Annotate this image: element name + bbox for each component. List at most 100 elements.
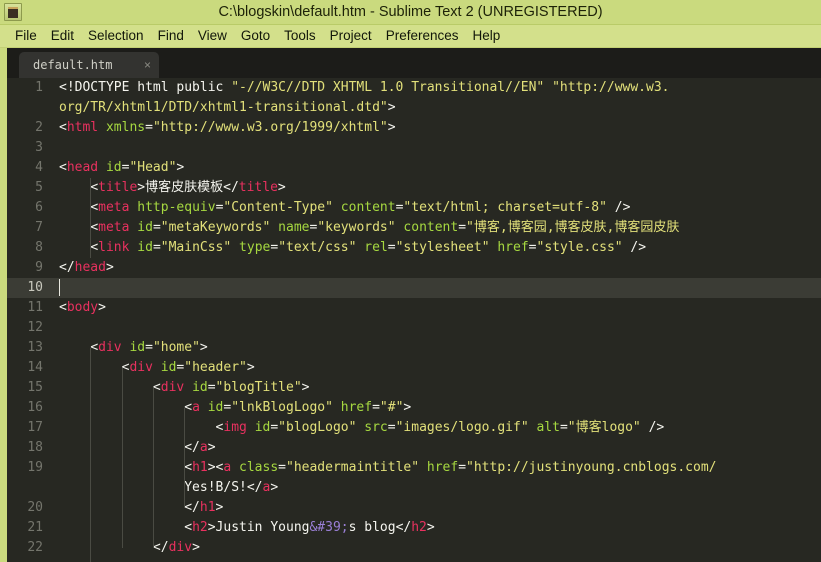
token-tag: html <box>66 120 99 135</box>
token-txt: = <box>145 120 153 135</box>
code-line[interactable]: 7 <meta id="metaKeywords" name="keywords… <box>7 218 821 238</box>
token-tag: title <box>238 180 278 195</box>
menu-item-goto[interactable]: Goto <box>234 27 277 45</box>
code-line[interactable]: 18 </a> <box>7 438 821 458</box>
line-number: 17 <box>27 420 43 435</box>
token-punct: </ <box>59 260 75 275</box>
token-punct: /> <box>640 420 665 435</box>
line-number: 7 <box>35 220 43 235</box>
token-tag: div <box>168 540 193 555</box>
menu-item-help[interactable]: Help <box>466 27 508 45</box>
token-str: "text/html; charset=utf-8" <box>403 200 607 215</box>
token-txt: = <box>387 420 396 435</box>
code-line[interactable]: 12 <box>7 318 821 338</box>
code-line-content: org/TR/xhtml1/DTD/xhtml1-transitional.dt… <box>52 98 821 118</box>
token-attr: id <box>254 420 271 435</box>
token-tag: head <box>74 260 106 275</box>
code-line[interactable]: 11 <body> <box>7 298 821 318</box>
code-line[interactable]: Yes!B/S!</a> <box>7 478 821 498</box>
token-attr: href <box>340 400 373 415</box>
code-line[interactable]: 17 <img id="blogLogo" src="images/logo.g… <box>7 418 821 438</box>
line-number: 22 <box>27 540 43 555</box>
token-punct: > <box>403 400 412 415</box>
token-punct: > <box>176 160 185 175</box>
code-line[interactable]: 20 </h1> <box>7 498 821 518</box>
token-punct: </ <box>152 540 169 555</box>
token-punct: > <box>192 540 200 555</box>
token-attr: id <box>137 240 153 255</box>
token-punct: < <box>184 400 193 415</box>
token-str: "keywords" <box>317 220 396 235</box>
code-line[interactable]: 15 <div id="blogTitle"> <box>7 378 821 398</box>
code-line[interactable]: 3 <box>7 138 821 158</box>
menu-item-tools[interactable]: Tools <box>277 27 323 45</box>
token-attr: src <box>364 420 388 435</box>
code-line[interactable]: 5 <title>博客皮肤模板</title> <box>7 178 821 198</box>
token-attr: xmlns <box>105 120 146 135</box>
code-line[interactable]: 1 <!DOCTYPE html public "-//W3C//DTD XHTM… <box>7 78 821 98</box>
token-tag: div <box>129 360 153 375</box>
line-number: 5 <box>35 180 43 195</box>
code-line[interactable]: 13 <div id="home"> <box>7 338 821 358</box>
code-line[interactable]: 8 <link id="MainCss" type="text/css" rel… <box>7 238 821 258</box>
token-tag: div <box>98 340 122 355</box>
token-txt: s blog <box>348 520 396 535</box>
line-number: 13 <box>27 340 43 355</box>
menu-item-file[interactable]: File <box>8 27 44 45</box>
token-str: "blogLogo" <box>278 420 357 435</box>
code-line[interactable]: 16 <a id="lnkBlogLogo" href="#"> <box>7 398 821 418</box>
token-ent: &#39; <box>309 520 349 535</box>
token-punct: > <box>215 500 224 515</box>
code-line[interactable]: 6 <meta http-equiv="Content-Type" conten… <box>7 198 821 218</box>
token-punct: < <box>90 220 99 235</box>
tab-default-htm[interactable]: default.htm × <box>19 52 159 78</box>
code-line[interactable]: org/TR/xhtml1/DTD/xhtml1-transitional.dt… <box>7 98 821 118</box>
token-str: "http://www.w3. <box>552 80 670 95</box>
token-attr: id <box>207 400 224 415</box>
token-punct: < <box>59 160 67 175</box>
close-icon[interactable]: × <box>144 59 151 71</box>
code-line[interactable]: 4 <head id="Head"> <box>7 158 821 178</box>
code-editor[interactable]: 1 <!DOCTYPE html public "-//W3C//DTD XHTM… <box>7 78 821 562</box>
menu-item-edit[interactable]: Edit <box>44 27 81 45</box>
menu-item-preferences[interactable]: Preferences <box>379 27 466 45</box>
code-line[interactable]: 22 </div> <box>7 538 821 558</box>
code-line[interactable]: 9 </head> <box>7 258 821 278</box>
code-line[interactable]: 21 <h2>Justin Young&#39;s blog</h2> <box>7 518 821 538</box>
code-line[interactable]: 2 <html xmlns="http://www.w3.org/1999/xht… <box>7 118 821 138</box>
token-txt: = <box>152 240 161 255</box>
token-attr: class <box>239 460 279 475</box>
menu-item-view[interactable]: View <box>191 27 234 45</box>
token-str: "text/css" <box>278 240 357 255</box>
token-punct: /> <box>622 240 647 255</box>
code-line[interactable]: 10 <box>7 278 821 298</box>
menu-item-selection[interactable]: Selection <box>81 27 151 45</box>
token-punct: </ <box>223 180 239 195</box>
menu-item-project[interactable]: Project <box>323 27 379 45</box>
token-str: "header" <box>184 360 247 375</box>
token-tag: title <box>98 180 138 195</box>
code-line[interactable]: 14 <div id="header"> <box>7 358 821 378</box>
token-str: "blogTitle" <box>215 380 302 395</box>
token-txt: Yes!B/S! <box>184 480 247 495</box>
menu-item-find[interactable]: Find <box>151 27 191 45</box>
code-line[interactable]: 19 <h1><a class="headermaintitle" href="… <box>7 458 821 478</box>
token-txt: = <box>270 420 279 435</box>
token-punct: > <box>246 360 255 375</box>
token-punct: < <box>90 240 99 255</box>
menu-bar: File Edit Selection Find View Goto Tools Projec… <box>0 25 821 48</box>
token-str: "metaKeywords" <box>160 220 271 235</box>
token-punct: < <box>90 180 99 195</box>
token-str: "stylesheet" <box>395 240 490 255</box>
